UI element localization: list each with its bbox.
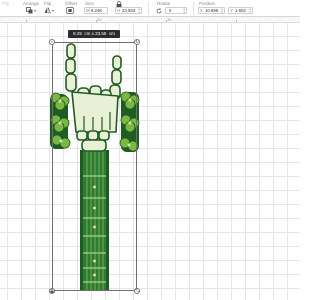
resize-icon: ⤡: [135, 288, 139, 293]
lock-handle[interactable]: [49, 288, 55, 294]
rotate-icon: ↻: [135, 39, 139, 44]
lock-icon: [50, 289, 54, 293]
dimension-tooltip: 8.25 cm x 23.55 cm: [68, 30, 120, 38]
skeleton-hand-artwork[interactable]: [0, 0, 300, 300]
rotate-handle[interactable]: ↻: [134, 39, 140, 45]
selection-box[interactable]: [52, 42, 137, 291]
close-icon: ×: [50, 39, 54, 44]
resize-handle[interactable]: ⤡: [134, 288, 140, 294]
delete-handle[interactable]: ×: [49, 39, 55, 45]
